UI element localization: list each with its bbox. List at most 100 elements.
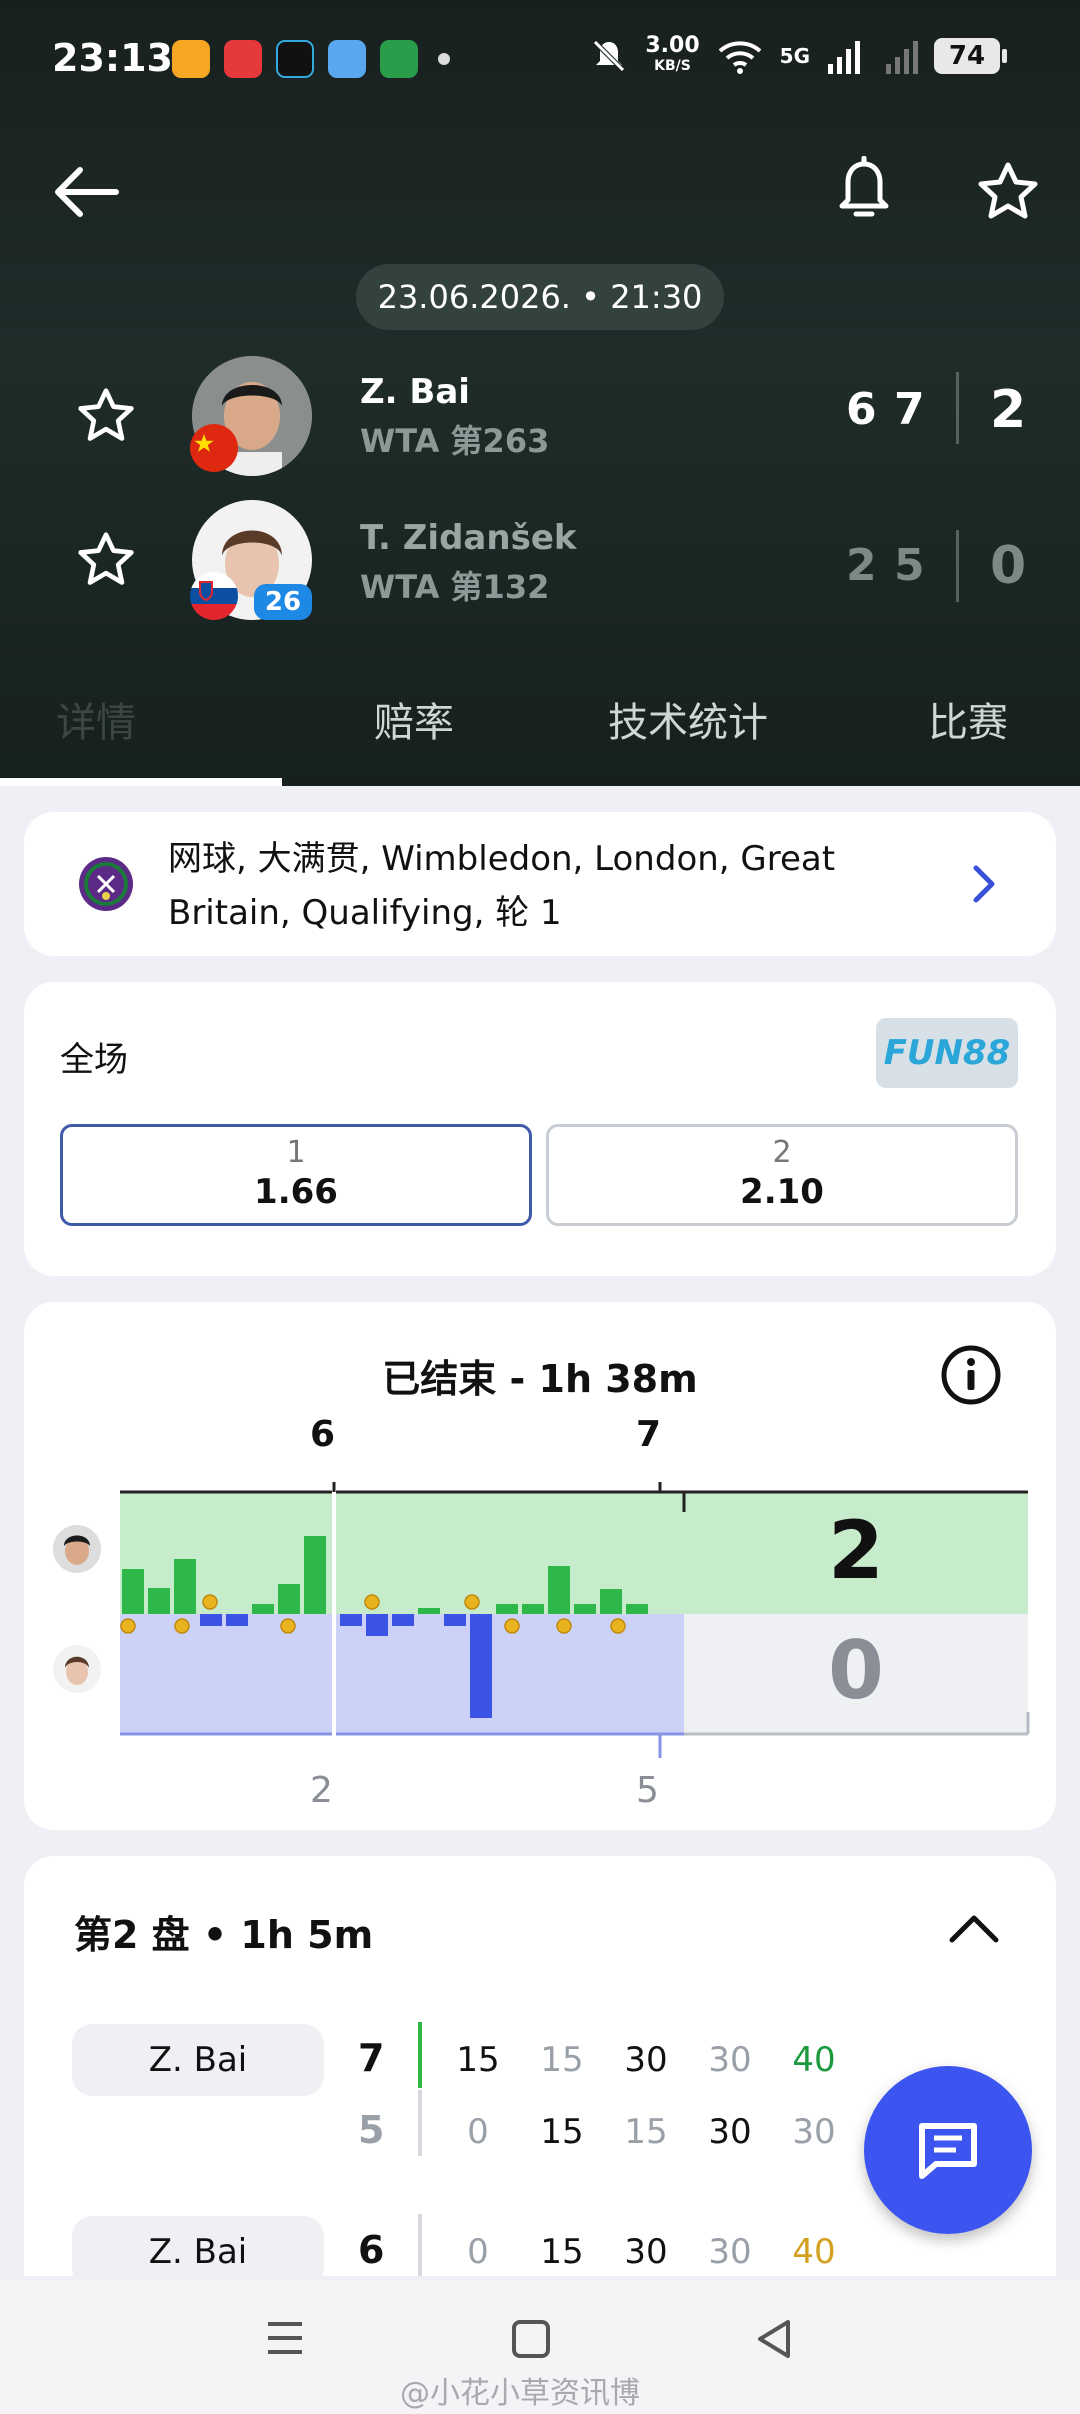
player2-rank: WTA 第132 — [360, 568, 550, 606]
game-divider — [418, 2214, 422, 2276]
chevron-up-icon[interactable] — [948, 1912, 1000, 1944]
signal-icon — [828, 41, 860, 74]
status-bar: 23:13 3.00 KB/S 5G 74 — [0, 0, 1080, 120]
momentum-bar — [574, 1604, 596, 1614]
game-server-pill: Z. Bai — [72, 2216, 324, 2288]
player1-rank: WTA 第263 — [360, 422, 550, 460]
serve-ball-icon — [504, 1618, 520, 1634]
game-away-score: 5 — [358, 2108, 385, 2152]
menu-icon[interactable] — [264, 2318, 306, 2358]
serve-ball-icon — [610, 1618, 626, 1634]
bookmaker-logo[interactable]: FUN88 — [876, 1018, 1018, 1088]
player1-total: 2 — [990, 380, 1027, 440]
momentum-bar — [548, 1566, 570, 1614]
status-right: 3.00 KB/S 5G 74 — [589, 33, 1007, 76]
point: 15 — [540, 2112, 584, 2152]
competition-card[interactable]: 网球, 大满贯, Wimbledon, London, Great Britai… — [24, 812, 1056, 956]
odds-card: 全场 FUN88 1 1.66 2 2.10 — [24, 982, 1056, 1276]
serve-ball-icon — [174, 1618, 190, 1634]
battery-indicator: 74 — [934, 38, 1007, 74]
tab-stats[interactable]: 技术统计 — [608, 690, 768, 748]
competition-line1: 网球, 大满贯, Wimbledon, London, Great — [168, 839, 836, 879]
tab-matches[interactable]: 比赛 — [928, 690, 1008, 748]
momentum-bar — [444, 1614, 466, 1626]
point: 40 — [792, 2232, 836, 2272]
watermark: @小花小草资讯博 — [400, 2376, 640, 2411]
player2-set2: 5 — [894, 540, 925, 591]
serve-ball-icon — [364, 1594, 380, 1610]
point: 15 — [540, 2232, 584, 2272]
match-header: 23:13 3.00 KB/S 5G 74 23.06.2026. • 21:3… — [0, 0, 1080, 786]
away-bg — [120, 1614, 686, 1734]
momentum-bar — [470, 1614, 492, 1718]
game-divider-green — [418, 2022, 422, 2088]
momentum-bar — [340, 1614, 362, 1626]
tab-details[interactable]: 详情 — [56, 690, 136, 748]
momentum-bar — [392, 1614, 414, 1626]
odds-button-1[interactable]: 1 1.66 — [60, 1124, 532, 1226]
chat-fab-button[interactable] — [864, 2066, 1032, 2234]
player1-name: Z. Bai — [360, 372, 470, 412]
serve-ball-icon — [280, 1618, 296, 1634]
point: 40 — [792, 2040, 836, 2080]
slovenia-flag-icon — [190, 572, 238, 620]
mute-icon — [593, 40, 626, 72]
point: 30 — [708, 2112, 752, 2152]
net-speed-value: 3.00 — [645, 33, 700, 58]
set-detail-title: 第2 盘 • 1h 5m — [74, 1913, 374, 1957]
network-type: 5G — [779, 44, 810, 68]
tab-odds[interactable]: 赔率 — [374, 690, 454, 748]
odds-button-2[interactable]: 2 2.10 — [546, 1124, 1018, 1226]
odds-value: 2.10 — [740, 1172, 824, 1212]
player1-set2: 7 — [894, 384, 925, 435]
favorite-star-icon[interactable] — [976, 160, 1040, 224]
tab-active-indicator — [0, 778, 282, 786]
point: 30 — [708, 2232, 752, 2272]
tab-bar: 详情 赔率 技术统计 比赛 — [0, 660, 1080, 786]
player2-star-icon[interactable] — [76, 530, 136, 590]
home-icon[interactable] — [510, 2318, 552, 2360]
momentum-bar — [522, 1604, 544, 1614]
momentum-bar — [278, 1584, 300, 1614]
notification-icons — [172, 40, 450, 78]
total-home-score: 2 — [828, 1504, 884, 1597]
score-divider — [956, 372, 959, 444]
point: 30 — [792, 2112, 836, 2152]
signal2-icon — [886, 41, 918, 74]
point: 0 — [467, 2112, 489, 2152]
serve-ball-icon — [202, 1594, 218, 1610]
game-home-score: 6 — [358, 2228, 385, 2272]
back-arrow-icon[interactable] — [50, 164, 122, 220]
game-server-pill: Z. Bai — [72, 2024, 324, 2096]
game-home-score: 7 — [358, 2036, 385, 2080]
serve-ball-icon — [120, 1618, 136, 1634]
point: 30 — [624, 2232, 668, 2272]
serve-ball-icon — [556, 1618, 572, 1634]
player2-set1: 2 — [846, 540, 877, 591]
point: 0 — [467, 2232, 489, 2272]
bell-icon[interactable] — [836, 156, 892, 228]
wimbledon-logo-icon — [79, 857, 133, 911]
player2-name: T. Zidanšek — [360, 518, 577, 558]
momentum-bar — [496, 1604, 518, 1614]
momentum-bar — [226, 1614, 248, 1626]
total-away-score: 0 — [828, 1624, 884, 1717]
odds-title: 全场 — [60, 1040, 128, 1080]
momentum-card: 已结束 - 1h 38m 6 7 2 5 2 0 — [24, 1302, 1056, 1830]
back-nav-icon[interactable] — [754, 2318, 794, 2360]
oppo-icon — [380, 40, 418, 78]
competition-text: 网球, 大满贯, Wimbledon, London, Great Britai… — [168, 832, 948, 940]
chevron-right-icon[interactable] — [970, 864, 1000, 904]
odds-label: 2 — [772, 1135, 792, 1170]
weibo-icon — [172, 40, 210, 78]
player1-star-icon[interactable] — [76, 386, 136, 446]
chat-icon — [919, 2123, 977, 2179]
point: 15 — [624, 2112, 668, 2152]
player2-total: 0 — [990, 536, 1027, 596]
weather-icon — [328, 40, 366, 78]
momentum-bar — [600, 1589, 622, 1614]
match-datetime: 23.06.2026. • 21:30 — [356, 264, 724, 330]
wifi-icon — [718, 41, 761, 74]
momentum-bar — [418, 1608, 440, 1614]
momentum-bar — [366, 1614, 388, 1636]
